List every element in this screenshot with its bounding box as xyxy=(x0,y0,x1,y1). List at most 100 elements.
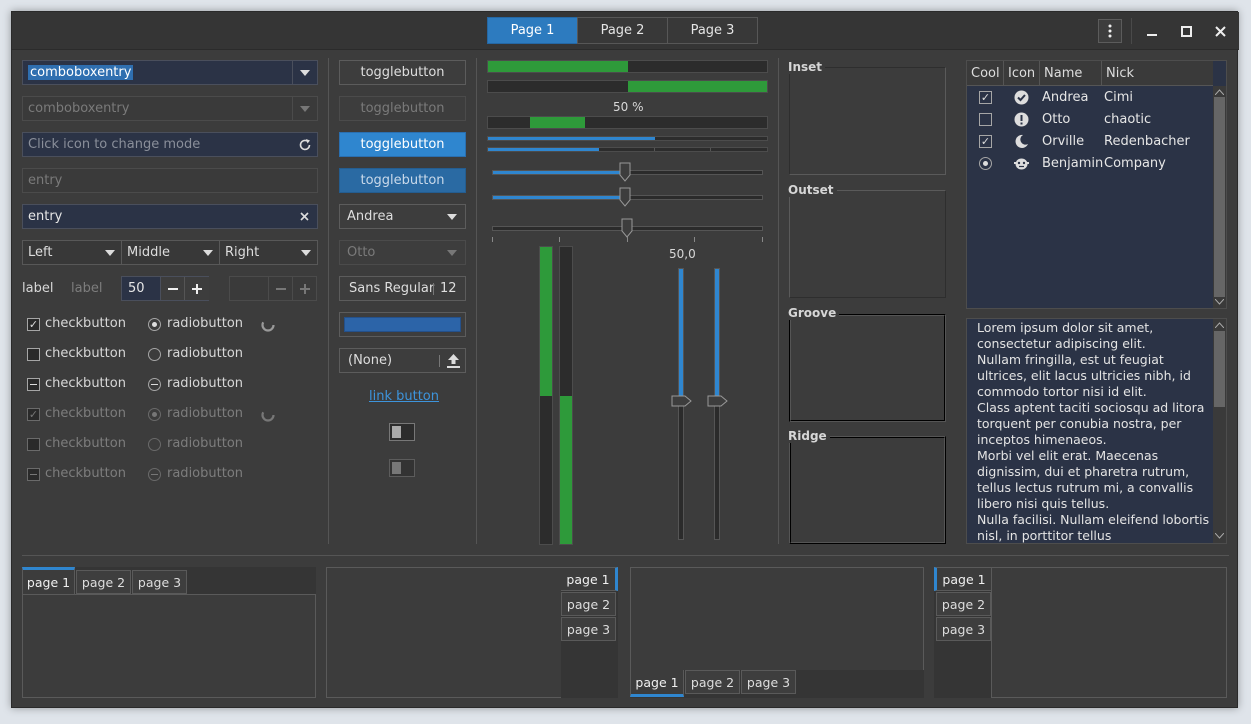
column-header-icon[interactable]: Icon xyxy=(1004,61,1040,86)
scale-mark xyxy=(762,237,763,242)
text-view[interactable]: Lorem ipsum dolor sit amet, consectetur … xyxy=(966,318,1227,544)
radiobutton-selected[interactable] xyxy=(148,318,161,331)
header-bar: Page 1 Page 2 Page 3 xyxy=(12,12,1239,50)
scroll-down-icon[interactable] xyxy=(1215,533,1224,539)
notebook-2-tab-page-1[interactable]: page 1 xyxy=(561,567,618,591)
minus-icon xyxy=(276,287,286,290)
text-view-content[interactable]: Lorem ipsum dolor sit amet, consectetur … xyxy=(977,320,1213,543)
togglebutton[interactable]: togglebutton xyxy=(339,60,466,85)
color-button[interactable] xyxy=(339,312,466,337)
combobox-entry[interactable]: comboboxentry xyxy=(22,60,318,85)
cool-radio[interactable] xyxy=(979,157,992,170)
combo-left-label: Left xyxy=(28,245,53,260)
spinbutton-value[interactable]: 50 xyxy=(122,281,160,296)
column-header-nick[interactable]: Nick xyxy=(1102,61,1213,86)
notebook-1-tab-page-1[interactable]: page 1 xyxy=(22,567,75,594)
checkbutton-inconsistent[interactable] xyxy=(27,378,40,391)
stack-switcher: Page 1 Page 2 Page 3 xyxy=(487,17,758,44)
combo-otto-label: Otto xyxy=(347,245,376,260)
vscale-slider[interactable] xyxy=(671,395,692,407)
radiobutton-unselected[interactable] xyxy=(148,348,161,361)
cool-toggle[interactable]: ✓ xyxy=(979,91,992,104)
scale-mark xyxy=(492,237,493,242)
notebook-3-tab-page-3[interactable]: page 3 xyxy=(741,670,796,694)
radiobutton-selected-disabled xyxy=(148,408,161,421)
stack-tab-page-2[interactable]: Page 2 xyxy=(577,17,668,44)
combo-middle[interactable]: Middle xyxy=(121,240,220,265)
face-icon xyxy=(1014,158,1029,170)
column-separator xyxy=(476,58,477,544)
menu-button[interactable] xyxy=(1098,19,1122,43)
cool-toggle[interactable]: ✓ xyxy=(979,135,992,148)
chevron-down-icon xyxy=(447,250,457,256)
minimize-button[interactable] xyxy=(1140,19,1164,43)
spin-decrement-button[interactable] xyxy=(160,277,185,300)
scroll-up-icon[interactable] xyxy=(1215,322,1224,328)
notebook-2-tab-page-3[interactable]: page 3 xyxy=(561,617,616,641)
file-chooser-button[interactable]: (None) xyxy=(339,348,466,373)
tree-scrollbar-thumb[interactable] xyxy=(1214,97,1225,297)
notebook-1-tab-page-3[interactable]: page 3 xyxy=(132,570,187,594)
window: Page 1 Page 2 Page 3 comboboxentry combo… xyxy=(11,11,1239,708)
notebook-4-tab-page-2[interactable]: page 2 xyxy=(936,592,991,616)
close-button[interactable] xyxy=(1208,19,1232,43)
stack-tab-page-1[interactable]: Page 1 xyxy=(487,17,578,44)
hscale-slider[interactable] xyxy=(621,218,633,238)
column-header-cool[interactable]: Cool xyxy=(967,61,1004,86)
radiobutton-label: radiobutton xyxy=(167,406,244,421)
upload-icon xyxy=(447,354,460,368)
vprogress-fill xyxy=(540,247,552,396)
tree-row[interactable]: Benjamin Company xyxy=(967,153,1213,175)
notebook-2-tab-page-2[interactable]: page 2 xyxy=(561,592,616,616)
switch-off[interactable] xyxy=(389,423,415,441)
tree-row[interactable]: ✓ Orville Redenbacher xyxy=(967,131,1213,153)
checkbutton-checked[interactable]: ✓ xyxy=(27,318,40,331)
entry-text[interactable]: entry xyxy=(28,209,62,224)
vscale-fill xyxy=(715,269,719,403)
togglebutton-active[interactable]: togglebutton xyxy=(339,132,466,157)
spin-increment-button[interactable] xyxy=(184,277,209,300)
hscale-slider[interactable] xyxy=(619,162,631,182)
text-scrollbar-thumb[interactable] xyxy=(1214,331,1225,407)
radiobutton-inconsistent[interactable] xyxy=(148,378,161,391)
vscale-slider[interactable] xyxy=(707,395,728,407)
combo-middle-label: Middle xyxy=(127,245,170,260)
notebook-4-tab-page-3[interactable]: page 3 xyxy=(936,617,991,641)
cool-toggle[interactable] xyxy=(979,113,992,126)
link-button[interactable]: link button xyxy=(369,389,439,404)
text-scrollbar[interactable] xyxy=(1213,319,1226,543)
refresh-icon xyxy=(299,138,310,150)
togglebutton-disabled: togglebutton xyxy=(339,96,466,121)
mode-entry[interactable]: Click icon to change mode xyxy=(22,132,318,157)
hscale-slider[interactable] xyxy=(619,187,631,207)
notebook-3-page xyxy=(630,567,924,671)
tree-scrollbar[interactable] xyxy=(1213,86,1226,308)
maximize-button[interactable] xyxy=(1174,19,1198,43)
refresh-icon-button[interactable] xyxy=(292,133,317,156)
clear-entry-button[interactable] xyxy=(292,205,317,228)
scroll-down-icon[interactable] xyxy=(1215,299,1224,305)
switch-slider xyxy=(392,426,401,438)
header-separator xyxy=(1131,18,1132,44)
stack-tab-page-3[interactable]: Page 3 xyxy=(667,17,758,44)
scroll-up-icon[interactable] xyxy=(1215,89,1224,95)
notebook-1-tab-page-2[interactable]: page 2 xyxy=(76,570,131,594)
spinbutton[interactable]: 50 xyxy=(121,276,209,301)
column-header-name[interactable]: Name xyxy=(1040,61,1102,86)
combobox-entry-text[interactable]: comboboxentry xyxy=(28,65,134,80)
combo-left[interactable]: Left xyxy=(22,240,122,265)
notebook-4-tab-page-1[interactable]: page 1 xyxy=(934,567,991,591)
tree-row[interactable]: ✓ Andrea Cimi xyxy=(967,87,1213,109)
notebook-3-tab-page-1[interactable]: page 1 xyxy=(630,670,684,697)
notebook-3-tab-page-2[interactable]: page 2 xyxy=(685,670,740,694)
font-button[interactable]: Sans Regular 12 xyxy=(339,276,466,301)
combo-right[interactable]: Right xyxy=(219,240,318,265)
tree-row[interactable]: Otto chaotic xyxy=(967,109,1213,131)
tree-view[interactable]: Cool Icon Name Nick ✓ Andrea Cimi Otto c… xyxy=(966,60,1227,309)
combo-andrea[interactable]: Andrea xyxy=(339,204,466,229)
checkbutton-unchecked[interactable] xyxy=(27,348,40,361)
entry[interactable]: entry xyxy=(22,204,318,229)
label-disabled: label xyxy=(71,281,103,296)
combobox-dropdown-button[interactable] xyxy=(292,61,317,84)
chevron-down-icon xyxy=(300,105,310,112)
